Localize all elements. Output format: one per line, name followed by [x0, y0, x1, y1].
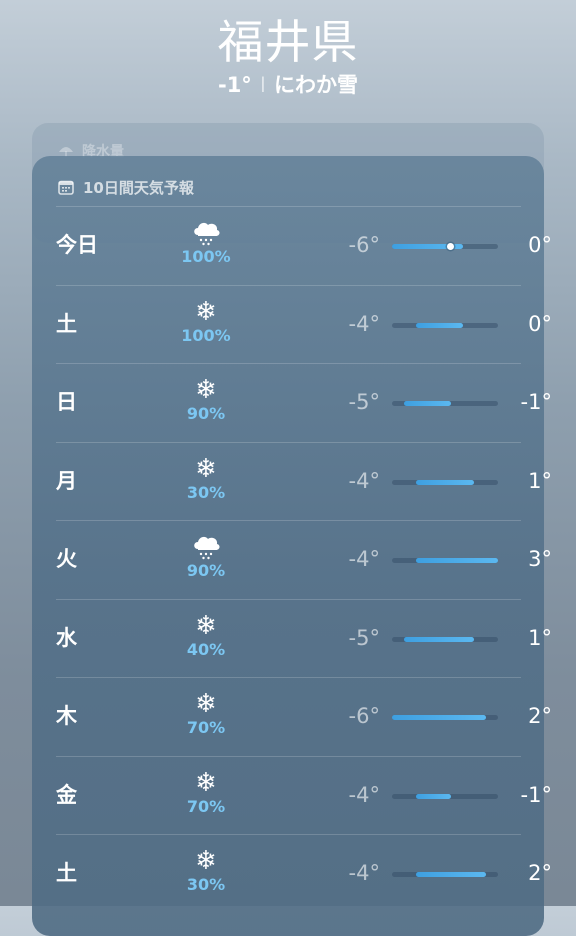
precipitation-chance: 90% — [186, 404, 226, 423]
precipitation-chance: 30% — [186, 482, 226, 502]
city-name: 福井県 — [217, 15, 359, 69]
low-temperature: -6° — [348, 704, 380, 728]
forecast-day-label: 土 — [56, 311, 77, 336]
high-temperature: -1° — [520, 782, 552, 807]
forecast-day-label: 金 — [56, 782, 77, 807]
forecast-row[interactable]: 日 ❄ 90% -5° -1° — [56, 363, 552, 442]
low-temperature: -6° — [348, 233, 380, 257]
high-temperature: 1° — [528, 625, 552, 650]
forecast-condition: ❄ 40% — [178, 612, 234, 660]
forecast-row[interactable]: 月 ❄ 30% -4° 1° — [56, 441, 552, 521]
snowflake-icon: ❄ — [195, 689, 217, 719]
precipitation-chance: 30% — [186, 875, 226, 894]
forecast-day-label: 今日 — [56, 233, 98, 257]
snowflake-icon: ❄ — [195, 610, 217, 641]
forecast-condition: 90% — [178, 533, 234, 581]
forecast-card-title: 10日間天気予報 — [83, 178, 194, 197]
forecast-day-label: 土 — [56, 861, 77, 885]
low-temperature: -4° — [348, 547, 380, 571]
precipitation-chance: 70% — [186, 796, 226, 816]
forecast-row[interactable]: 金 ❄ 70% -4° -1° — [56, 755, 552, 835]
high-temperature: 0° — [528, 233, 552, 257]
high-temperature: 3° — [528, 547, 552, 571]
forecast-row[interactable]: 土 ❄ 100% -4° 0° — [56, 284, 552, 364]
temperature-range-fill — [403, 401, 451, 406]
high-temperature: 0° — [528, 311, 552, 336]
current-condition: にわか雪 — [274, 73, 359, 97]
low-temperature: -5° — [348, 625, 380, 650]
snowflake-icon: ❄ — [195, 767, 217, 798]
snowflake-icon: ❄ — [195, 296, 217, 327]
forecast-list: 今日 100% -6° 0° 土 ❄ 100% -4° 0° 日 ❄ 90% -5° -1° 月 ❄ 30% -4… — [56, 206, 552, 913]
temperature-range-fill — [403, 636, 475, 642]
forecast-condition: 100% — [178, 219, 234, 267]
high-temperature: 2° — [528, 861, 552, 885]
forecast-row[interactable]: 今日 100% -6° 0° — [56, 206, 552, 285]
forecast-day-label: 日 — [56, 390, 77, 414]
location-header: 福井県 -1° I にわか雪 — [0, 14, 576, 98]
forecast-condition: ❄ 30% — [178, 455, 234, 503]
forecast-condition: ❄ 30% — [178, 847, 234, 895]
calendar-icon — [58, 180, 74, 195]
cloud-snow-icon — [178, 219, 234, 247]
forecast-card-header: 10日間天気予報 — [58, 176, 194, 198]
high-temperature: -1° — [520, 390, 552, 414]
precipitation-chance: 100% — [181, 247, 231, 266]
forecast-condition: ❄ 70% — [178, 769, 234, 817]
forecast-condition: ❄ 90% — [178, 376, 234, 424]
forecast-row[interactable]: 木 ❄ 70% -6° 2° — [56, 677, 552, 756]
cloud-snow-icon — [178, 533, 234, 561]
low-temperature: -4° — [348, 861, 380, 885]
summary-separator: I — [259, 73, 267, 97]
forecast-condition: ❄ 100% — [178, 298, 234, 346]
ten-day-forecast-card[interactable]: 10日間天気予報 今日 100% -6° 0° 土 ❄ 100% -4° 0° 日 ❄ 90% -5° -… — [32, 156, 552, 936]
forecast-day-label: 木 — [56, 704, 77, 728]
snowflake-icon: ❄ — [195, 453, 217, 484]
forecast-condition: ❄ 70% — [178, 690, 234, 738]
low-temperature: -4° — [348, 311, 380, 336]
snowflake-icon: ❄ — [195, 846, 217, 876]
precipitation-chance: 40% — [186, 639, 226, 659]
forecast-row[interactable]: 水 ❄ 40% -5° 1° — [56, 598, 552, 678]
high-temperature: 2° — [528, 704, 552, 728]
temperature-range-fill — [415, 322, 463, 328]
precipitation-chance: 90% — [186, 561, 226, 580]
snowflake-icon: ❄ — [195, 375, 217, 405]
forecast-day-label: 水 — [56, 625, 77, 650]
low-temperature: -4° — [348, 782, 380, 807]
current-summary: -1° I にわか雪 — [0, 72, 576, 98]
temperature-range-fill — [415, 793, 451, 799]
forecast-row[interactable]: 火 90% -4° 3° — [56, 520, 552, 599]
precipitation-chance: 70% — [186, 718, 226, 737]
precipitation-chance: 100% — [181, 325, 231, 345]
forecast-day-label: 月 — [56, 468, 77, 493]
low-temperature: -5° — [348, 390, 380, 414]
low-temperature: -4° — [348, 468, 380, 493]
current-temperature: -1° — [217, 73, 252, 97]
high-temperature: 1° — [528, 468, 552, 493]
forecast-row[interactable]: 土 ❄ 30% -4° 2° — [56, 834, 552, 913]
forecast-day-label: 火 — [56, 547, 77, 571]
